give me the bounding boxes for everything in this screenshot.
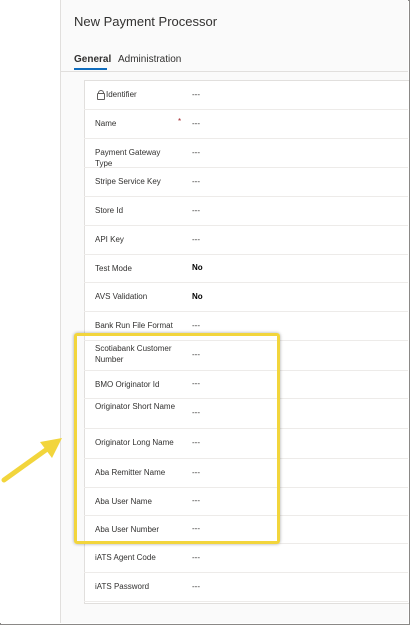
left-panel xyxy=(0,0,61,623)
active-tab-indicator xyxy=(74,68,107,70)
tab-administration[interactable]: Administration xyxy=(118,54,181,65)
field-row-payment-gateway-type: Payment Gateway Type --- xyxy=(84,138,408,168)
arrow-icon xyxy=(1,438,62,483)
field-label: Stripe Service Key xyxy=(95,177,161,186)
tab-divider xyxy=(61,71,408,72)
field-label: Name xyxy=(95,119,117,128)
page-title: New Payment Processor xyxy=(74,14,218,29)
field-row-avs-validation: AVS Validation No xyxy=(84,282,408,312)
field-label: Bank Run File Format xyxy=(95,321,173,330)
field-label: Test Mode xyxy=(95,264,132,273)
tab-general[interactable]: General xyxy=(74,54,111,65)
field-value-avs-validation[interactable]: No xyxy=(192,292,203,301)
field-value-payment-gateway-type[interactable]: --- xyxy=(192,148,200,157)
arrow-shaft xyxy=(1,444,53,483)
field-row-iats-password: iATS Password --- xyxy=(84,572,408,602)
field-label: iATS Agent Code xyxy=(95,553,156,562)
field-label: iATS Password xyxy=(95,582,150,591)
field-value-stripe-service-key[interactable]: --- xyxy=(192,177,200,186)
field-value-iats-password[interactable]: --- xyxy=(192,582,200,591)
field-label: Identifier xyxy=(106,90,137,99)
field-row-iats-agent-code: iATS Agent Code --- xyxy=(84,543,408,573)
field-row-store-id: Store Id --- xyxy=(84,196,408,226)
arrow-head xyxy=(40,438,62,458)
field-value-bank-run-file-format[interactable]: --- xyxy=(192,321,200,330)
field-row-api-key: API Key --- xyxy=(84,225,408,255)
required-indicator: * xyxy=(178,117,182,126)
field-value-name[interactable]: --- xyxy=(192,119,200,128)
field-value-api-key[interactable]: --- xyxy=(192,235,200,244)
field-label: AVS Validation xyxy=(95,292,148,301)
field-value-iats-agent-code[interactable]: --- xyxy=(192,553,200,562)
field-label: Payment Gateway Type xyxy=(95,148,161,168)
field-row-stripe-service-key: Stripe Service Key --- xyxy=(84,167,408,197)
highlight-box xyxy=(74,333,280,544)
field-label: API Key xyxy=(95,235,124,244)
field-label: Store Id xyxy=(95,206,124,215)
field-value-identifier[interactable]: --- xyxy=(192,90,200,99)
field-row-identifier: Identifier --- xyxy=(84,80,408,110)
field-value-test-mode[interactable]: No xyxy=(192,263,203,272)
field-value-store-id[interactable]: --- xyxy=(192,206,200,215)
lock-icon xyxy=(97,90,105,100)
field-row-name: Name * --- xyxy=(84,109,408,139)
field-row-test-mode: Test Mode No xyxy=(84,254,408,283)
